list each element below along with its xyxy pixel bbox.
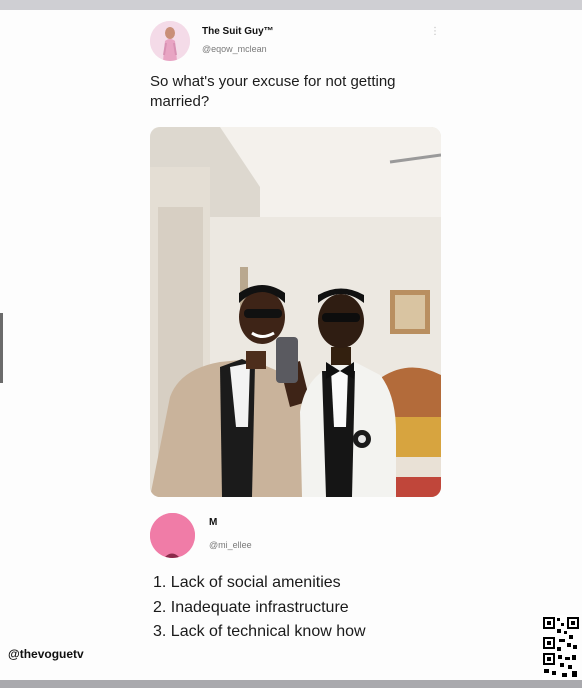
- reply-author-handle[interactable]: @mi_ellee: [209, 540, 252, 550]
- reply-item: 1. Lack of social amenities: [153, 574, 341, 591]
- tweet-text: So what's your excuse for not getting ma…: [150, 73, 396, 110]
- more-dots-icon[interactable]: ⋮: [430, 26, 440, 37]
- top-border: [0, 0, 582, 10]
- tweet-photo[interactable]: [150, 127, 441, 497]
- author-handle[interactable]: @eqow_mclean: [202, 44, 267, 54]
- qr-code-icon: [542, 615, 580, 681]
- reply-item: 2. Inadequate infrastructure: [153, 598, 349, 616]
- reply-list: 1. Lack of social amenities 2. Inadequat…: [153, 571, 366, 645]
- left-edge-marker: [0, 313, 3, 383]
- watermark: @thevoguetv: [8, 647, 84, 661]
- bottom-border: [0, 680, 582, 688]
- author-avatar[interactable]: [150, 21, 190, 61]
- reply-item: 3. Lack of technical know how: [153, 623, 366, 640]
- reply-author-name[interactable]: M: [209, 517, 217, 528]
- author-name[interactable]: The Suit Guy™: [202, 26, 274, 37]
- reply-avatar[interactable]: [150, 513, 195, 558]
